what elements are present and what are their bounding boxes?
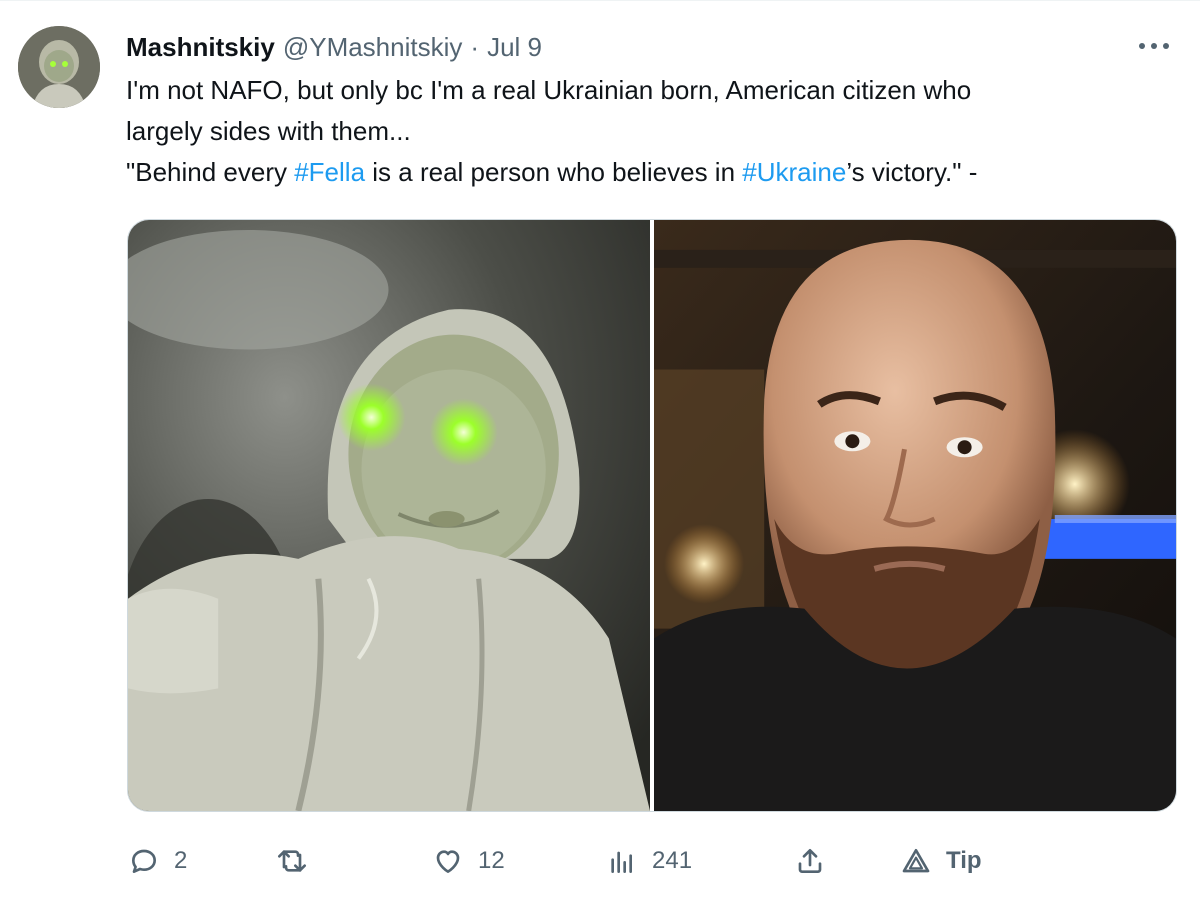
more-options-button[interactable] (1134, 28, 1174, 64)
tweet-quote-line: "Behind every #Fella is a real person wh… (126, 152, 1176, 193)
reply-count: 2 (174, 847, 188, 874)
hashtag-fella-link[interactable]: #Fella (294, 157, 365, 187)
quote-text-part-3: ’s victory." - (846, 157, 978, 187)
like-count: 12 (478, 847, 505, 874)
share-button[interactable] (794, 838, 826, 884)
author-handle[interactable]: @YMashnitskiy (283, 32, 463, 63)
author-avatar[interactable] (18, 26, 100, 108)
like-button[interactable]: 12 (432, 838, 505, 884)
photo-man[interactable] (654, 220, 1176, 811)
tweet-text: I'm not NAFO, but only bc I'm a real Ukr… (126, 70, 1176, 193)
photo-baby[interactable] (128, 220, 650, 811)
heart-icon (436, 850, 460, 873)
tweet-text-line-2: largely sides with them... (126, 116, 411, 146)
more-icon (1139, 43, 1169, 49)
views-chart-icon (611, 851, 632, 873)
avatar-image (18, 26, 100, 108)
tweet-header: Mashnitskiy @YMashnitskiy · Jul 9 (126, 30, 1140, 64)
quote-text-part-1: "Behind every (126, 157, 295, 187)
author-display-name[interactable]: Mashnitskiy (126, 32, 275, 63)
hashtag-ukraine-link[interactable]: #Ukraine (742, 157, 846, 187)
bearded-man-selfie-image (654, 220, 1176, 811)
retweet-icon (278, 850, 306, 872)
tweet-card[interactable]: Mashnitskiy @YMashnitskiy · Jul 9 I'm no… (0, 0, 1200, 903)
views-count: 241 (652, 847, 693, 874)
views-button[interactable]: 241 (606, 838, 692, 884)
reply-button[interactable]: 2 (128, 838, 187, 884)
header-separator: · (470, 31, 480, 62)
reply-icon (132, 849, 156, 873)
media-grid (127, 219, 1177, 812)
quote-text-part-2: is a real person who believes in (365, 157, 743, 187)
tweet-text-line-1: I'm not NAFO, but only bc I'm a real Ukr… (126, 75, 972, 105)
tip-button[interactable]: Tip (900, 838, 982, 884)
tip-icon (902, 849, 930, 873)
share-icon (798, 849, 822, 873)
tweet-actions-bar: 2 12 241 Tip (126, 838, 1026, 884)
tip-label: Tip (946, 847, 982, 874)
divider (0, 0, 1200, 1)
retweet-button[interactable] (276, 838, 322, 884)
baby-photo-green-eyes-image (128, 220, 650, 811)
tweet-date[interactable]: Jul 9 (487, 32, 542, 63)
